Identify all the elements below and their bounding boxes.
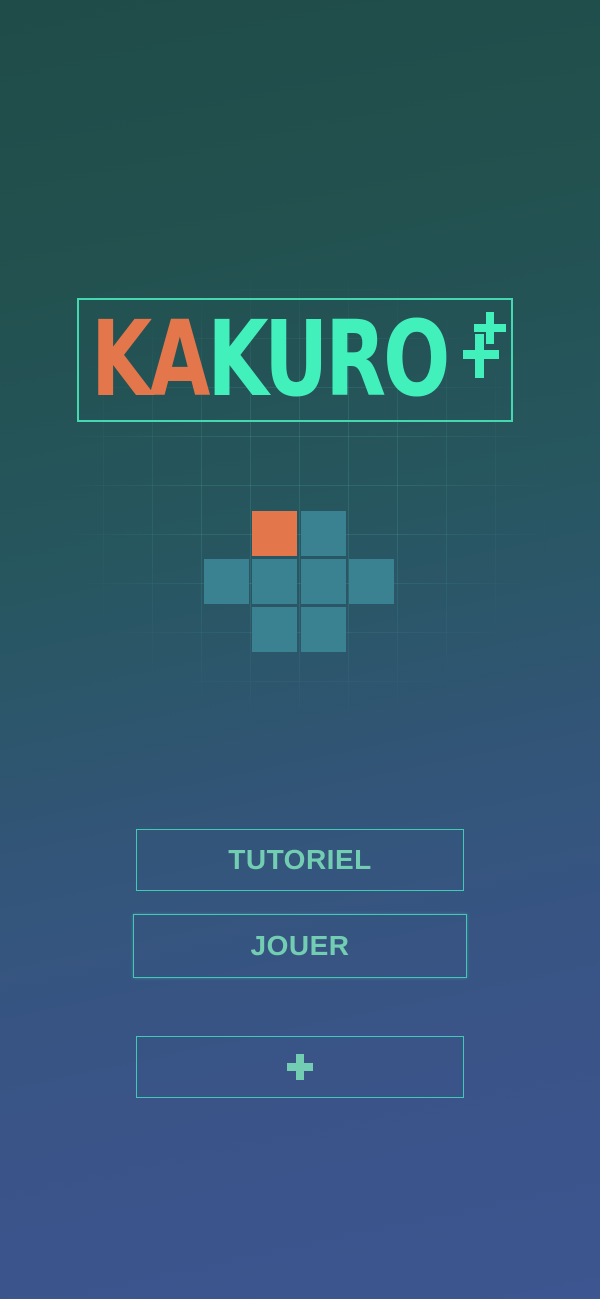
puzzle-cell-teal [301, 511, 346, 556]
main-menu-screen: KAKURO TUTORIEL JOUER [0, 0, 600, 1299]
puzzle-cell-teal [301, 559, 346, 604]
more-button[interactable] [136, 1036, 464, 1098]
tutorial-button[interactable]: TUTORIEL [136, 829, 464, 891]
play-button[interactable]: JOUER [133, 914, 467, 978]
puzzle-cell-teal [301, 607, 346, 652]
puzzle-cell-teal [252, 559, 297, 604]
puzzle-cell-teal [349, 559, 394, 604]
puzzle-preview [0, 0, 600, 700]
puzzle-cell-teal [204, 559, 249, 604]
plus-icon [287, 1054, 313, 1080]
puzzle-cell-teal [252, 607, 297, 652]
puzzle-cell-orange [252, 511, 297, 556]
